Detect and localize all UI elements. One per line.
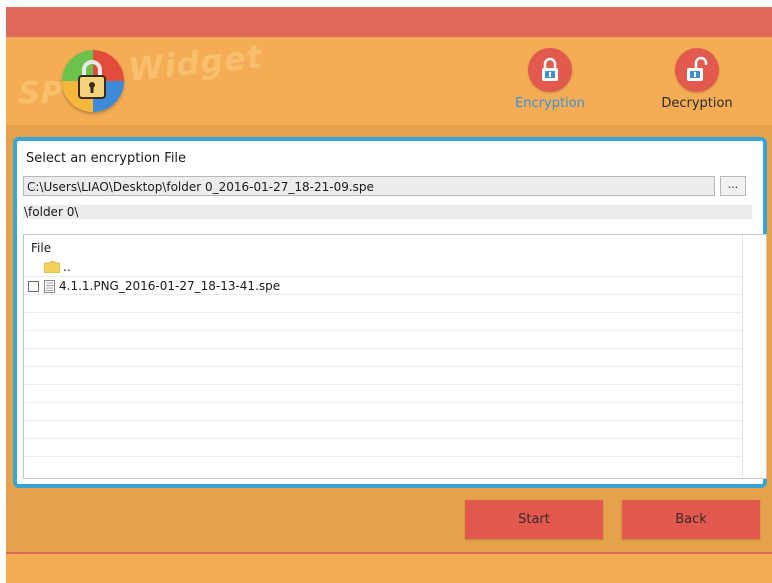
row-divider — [24, 366, 742, 367]
current-folder-path: \folder 0\ — [23, 205, 752, 219]
row-divider — [24, 420, 742, 421]
list-item-label: 4.1.1.PNG_2016-01-27_18-13-41.spe — [59, 279, 281, 293]
row-divider — [24, 456, 742, 457]
row-divider — [24, 348, 742, 349]
nav-decryption-label: Decryption — [661, 96, 733, 111]
folder-icon — [44, 261, 60, 273]
locked-padlock-icon — [528, 48, 572, 92]
unlocked-padlock-icon — [675, 48, 719, 92]
row-divider — [24, 276, 742, 277]
row-divider — [24, 402, 742, 403]
start-button[interactable]: Start — [465, 500, 603, 539]
padlock-logo-icon — [78, 60, 106, 99]
list-item-parent-folder[interactable]: .. — [44, 259, 71, 275]
footer — [6, 554, 772, 583]
title-bar — [6, 7, 772, 38]
file-path-input[interactable]: C:\Users\LIAO\Desktop\folder 0_2016-01-2… — [23, 176, 715, 196]
back-button[interactable]: Back — [622, 500, 760, 539]
nav-decryption-button[interactable]: Decryption — [647, 48, 747, 118]
column-divider — [742, 235, 743, 478]
row-divider — [24, 294, 742, 295]
logo-text-prefix: SP — [18, 76, 64, 111]
row-divider — [24, 330, 742, 331]
list-item-file[interactable]: 4.1.1.PNG_2016-01-27_18-13-41.spe — [28, 278, 280, 294]
select-file-label: Select an encryption File — [26, 151, 187, 166]
nav-encryption-button[interactable]: Encryption — [500, 48, 600, 118]
browse-button[interactable]: ... — [720, 176, 746, 196]
list-item-label: .. — [63, 260, 71, 274]
row-divider — [24, 312, 742, 313]
nav-encryption-label: Encryption — [515, 96, 585, 111]
row-divider — [24, 384, 742, 385]
row-divider — [24, 438, 742, 439]
document-icon — [44, 279, 55, 293]
file-column-header: File — [31, 241, 52, 255]
file-checkbox[interactable] — [28, 280, 39, 292]
file-list[interactable]: File .. 4.1.1.PNG_2016-01-27_18-13-41.sp… — [23, 234, 767, 479]
